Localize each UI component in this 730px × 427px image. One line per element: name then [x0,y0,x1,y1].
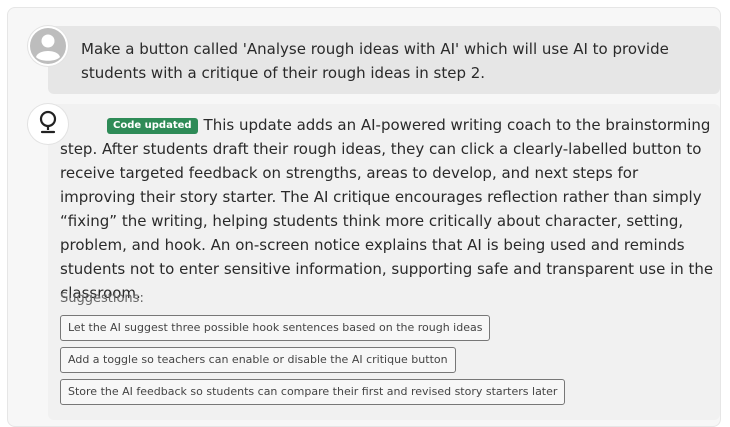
suggestion-chip[interactable]: Let the AI suggest three possible hook s… [60,315,491,341]
suggestion-chip[interactable]: Store the AI feedback so students can co… [60,379,566,405]
assistant-logo-icon [39,110,57,134]
user-message-bubble: Make a button called 'Analyse rough idea… [48,26,720,94]
code-updated-badge: Code updated [107,118,198,134]
assistant-message-text: This update adds an AI-powered writing c… [60,116,714,302]
chat-panel: Make a button called 'Analyse rough idea… [7,7,721,427]
assistant-avatar [28,104,68,144]
suggestion-chip[interactable]: Add a toggle so teachers can enable or d… [60,347,456,373]
user-avatar [28,26,68,66]
assistant-message-bubble: Code updated This update adds an AI-power… [48,104,720,420]
user-message-text: Make a button called 'Analyse rough idea… [81,40,669,82]
suggestions-label: Suggestions: [60,291,144,306]
user-silhouette-icon [30,28,66,64]
assistant-message-body: Code updated This update adds an AI-power… [60,113,716,305]
